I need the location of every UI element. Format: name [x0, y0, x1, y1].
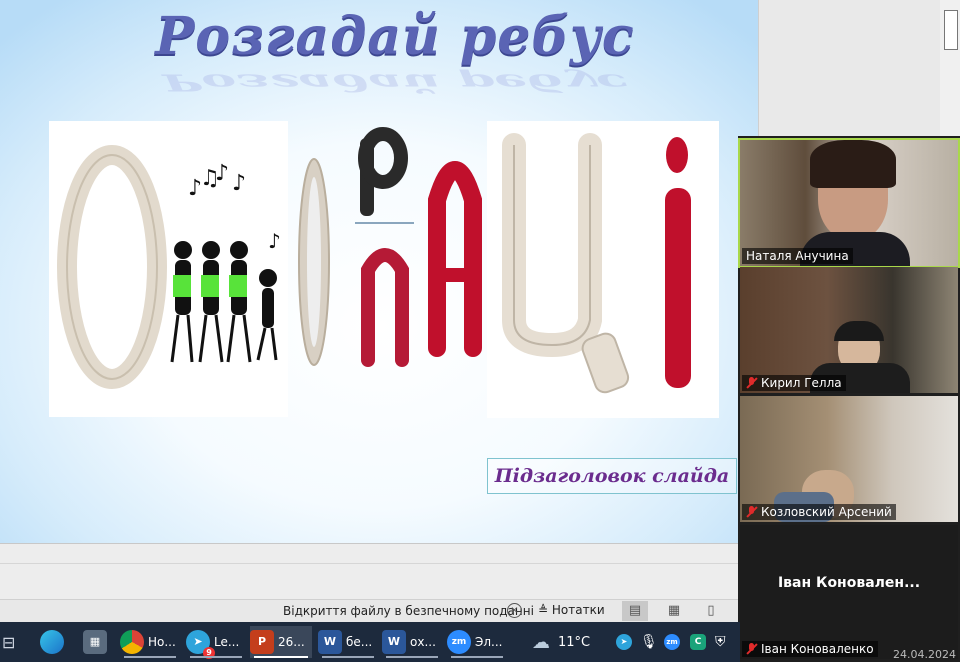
notes-button[interactable]: ≜ Нотатки [538, 603, 605, 617]
taskbar-item-word-2[interactable]: W ох... [382, 626, 442, 658]
rebus-letter-tse [502, 133, 630, 394]
taskbar-item-word-1[interactable]: W бе... [318, 626, 378, 658]
participant-tile[interactable]: Козловский Арсений [740, 396, 958, 522]
taskbar-label: Эл... [475, 635, 503, 649]
participant-name: Наталя Анучина [742, 248, 853, 264]
taskbar-item-zoom[interactable]: zm Эл... [447, 626, 507, 658]
reading-view-icon[interactable]: ▯ [698, 601, 724, 621]
rebus-letter-a [428, 161, 482, 357]
zoom-icon: zm [447, 630, 471, 654]
svg-text:♪: ♪ [232, 171, 246, 196]
notes-pane[interactable] [0, 543, 740, 600]
taskbar-label: ох... [410, 635, 436, 649]
scrollbar-thumb[interactable] [944, 10, 958, 50]
status-bar: Відкриття файлу в безпечному поданні × ≜… [0, 599, 740, 623]
mic-muted-icon [746, 643, 757, 654]
taskbar-label: 26... [278, 635, 305, 649]
svg-text:♪: ♪ [268, 229, 281, 253]
chrome-icon [120, 630, 144, 654]
notes-icon: ≜ [538, 603, 552, 617]
normal-view-icon[interactable]: ▤ [622, 601, 648, 621]
participant-display-name: Іван Коновален... [777, 575, 921, 591]
svg-text:♪: ♪ [215, 161, 229, 186]
mic-muted-icon [746, 506, 757, 517]
participant-name: Козловский Арсений [742, 504, 896, 520]
calculator-icon[interactable]: ▦ [83, 626, 111, 658]
taskbar-item-telegram[interactable]: ➤ 9 Le... [186, 626, 246, 659]
notes-label: Нотатки [551, 603, 605, 617]
weather-temp: 11°C [558, 634, 591, 650]
task-view-icon[interactable]: ⊟ [0, 626, 20, 658]
slide-canvas[interactable]: Розгадай ребус Розгадай ребус ♪ ♫ ♪ ♪ ♪ [0, 0, 758, 543]
mic-muted-icon [746, 377, 757, 388]
telegram-icon: ➤ 9 [186, 630, 215, 659]
participant-tile[interactable]: Іван Коновален... Іван Коноваленко [740, 525, 958, 659]
microphone-icon[interactable]: 🎙 [640, 626, 658, 658]
tray-app-icon[interactable]: C [690, 626, 710, 658]
tray-zoom-icon[interactable]: zm [664, 626, 684, 658]
close-circle-icon[interactable]: × [507, 603, 522, 618]
windows-taskbar: ⊟ ▦ Но... ➤ 9 Le... P 26... W бе... W ох.… [0, 622, 740, 662]
subtitle-placeholder[interactable]: Підзаголовок слайда [487, 458, 737, 494]
singers-illustration: ♪ ♫ ♪ ♪ ♪ [170, 161, 281, 363]
word-icon: W [318, 630, 342, 654]
word-icon: W [382, 630, 406, 654]
notes-divider [0, 563, 740, 564]
weather-widget[interactable]: ☁ 11°C [532, 626, 590, 658]
rebus-letter-i [665, 137, 691, 388]
taskbar-item-chrome[interactable]: Но... [120, 626, 180, 658]
participant-name: Іван Коноваленко [742, 641, 878, 657]
participant-tile[interactable]: Наталя Анучина [738, 138, 960, 268]
slide-sorter-icon[interactable]: ▦ [661, 601, 687, 621]
edge-icon[interactable] [40, 626, 68, 658]
zoom-participants-panel: Наталя Анучина Кирил Гелла Козловский Ар… [738, 136, 960, 662]
safe-view-status: Відкриття файлу в безпечному поданні [283, 604, 534, 618]
tray-telegram-icon[interactable]: ➤ [616, 626, 636, 658]
taskbar-label: бе... [346, 635, 373, 649]
taskbar-label: Но... [148, 635, 176, 649]
taskbar-date[interactable]: 24.04.2024 [893, 648, 956, 661]
participant-tile[interactable]: Кирил Гелла [740, 267, 958, 393]
cloud-icon: ☁ [532, 631, 550, 653]
taskbar-item-powerpoint[interactable]: P 26... [250, 626, 312, 658]
participant-name: Кирил Гелла [742, 375, 846, 391]
security-shield-icon[interactable]: ⛨ [715, 626, 726, 658]
taskbar-label: Le... [214, 635, 240, 649]
powerpoint-icon: P [250, 630, 274, 654]
rebus-letter-p-over-pe [355, 127, 414, 367]
